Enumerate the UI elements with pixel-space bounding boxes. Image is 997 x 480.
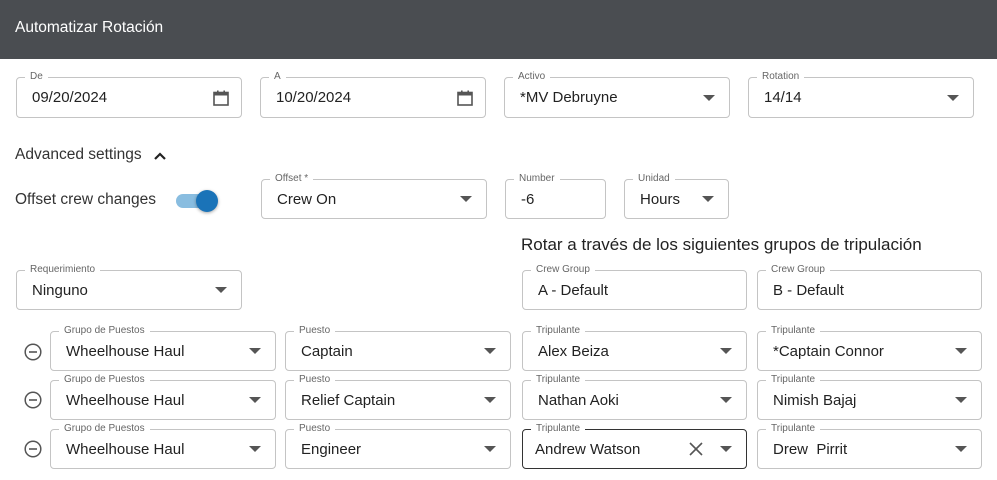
field-value: Wheelhouse Haul (66, 391, 185, 409)
field-value: -6 (521, 190, 535, 208)
start-date-field[interactable]: De 09/20/2024 (16, 70, 242, 118)
field-value: Wheelhouse Haul (66, 440, 185, 458)
crew-member-b-select[interactable]: Tripulante Drew Pirrit (757, 422, 982, 469)
chevron-down-icon[interactable] (249, 348, 261, 354)
chevron-down-icon[interactable] (720, 348, 732, 354)
requirement-select[interactable]: Requerimiento Ninguno (16, 263, 242, 310)
crew-group-a-field[interactable]: Crew Group A - Default (522, 263, 747, 310)
position-select[interactable]: Puesto Captain (285, 324, 511, 371)
chevron-down-icon[interactable] (955, 446, 967, 452)
field-value: Crew On (277, 190, 337, 208)
chevron-down-icon[interactable] (702, 196, 714, 202)
field-value: Ninguno (32, 281, 88, 299)
minus-circle-icon[interactable] (24, 343, 42, 361)
field-value: Relief Captain (301, 391, 396, 409)
position-group-select[interactable]: Grupo de Puestos Wheelhouse Haul (50, 422, 276, 469)
crew-member-b-select[interactable]: Tripulante *Captain Connor (757, 324, 982, 371)
offset-unit-select[interactable]: Unidad Hours (624, 172, 729, 219)
field-value: B - Default (773, 281, 844, 299)
chevron-down-icon[interactable] (703, 94, 715, 101)
crew-member-b-select[interactable]: Tripulante Nimish Bajaj (757, 373, 982, 420)
chevron-down-icon[interactable] (955, 348, 967, 354)
minus-circle-icon[interactable] (24, 391, 42, 409)
chevron-down-icon[interactable] (460, 196, 472, 202)
crew-groups-heading: Rotar a través de los siguientes grupos … (521, 235, 922, 254)
calendar-icon[interactable] (212, 89, 230, 107)
offset-select[interactable]: Offset * Crew On (261, 172, 487, 219)
chevron-down-icon[interactable] (484, 397, 496, 403)
chevron-down-icon[interactable] (484, 348, 496, 354)
offset-crew-changes-label: Offset crew changes (15, 191, 157, 208)
field-value: Engineer (301, 440, 362, 458)
crew-member-a-select[interactable]: Tripulante Andrew Watson (522, 422, 747, 469)
chevron-down-icon[interactable] (720, 446, 732, 452)
offset-number-input[interactable]: Number -6 (505, 172, 606, 219)
close-icon[interactable] (688, 441, 704, 457)
switch-knob (196, 190, 218, 212)
field-value: Alex Beiza (538, 342, 609, 360)
field-value: 14/14 (764, 89, 802, 106)
chevron-up-icon[interactable] (153, 149, 167, 163)
chevron-down-icon[interactable] (720, 397, 732, 403)
field-value: Captain (301, 342, 353, 360)
chevron-down-icon[interactable] (955, 397, 967, 403)
field-value: Nathan Aoki (538, 391, 619, 409)
end-date-field[interactable]: A 10/20/2024 (260, 70, 486, 118)
dialog-title: Automatizar Rotación (15, 19, 164, 36)
position-select[interactable]: Puesto Relief Captain (285, 373, 511, 420)
field-value: *MV Debruyne (520, 89, 618, 106)
field-value: Hours (640, 190, 681, 208)
chevron-down-icon[interactable] (947, 94, 959, 101)
rotation-select[interactable]: Rotation 14/14 (748, 70, 974, 118)
offset-crew-changes-switch[interactable] (176, 190, 220, 212)
chevron-down-icon[interactable] (249, 397, 261, 403)
chevron-down-icon[interactable] (215, 287, 227, 293)
chevron-down-icon[interactable] (249, 446, 261, 452)
position-group-select[interactable]: Grupo de Puestos Wheelhouse Haul (50, 373, 276, 420)
field-value: Andrew Watson (535, 440, 641, 458)
field-value: Nimish Bajaj (773, 391, 857, 409)
crew-group-b-field[interactable]: Crew Group B - Default (757, 263, 982, 310)
crew-member-a-select[interactable]: Tripulante Alex Beiza (522, 324, 747, 371)
minus-circle-icon[interactable] (24, 440, 42, 458)
field-value: 09/20/2024 (32, 89, 108, 106)
asset-select[interactable]: Activo *MV Debruyne (504, 70, 730, 118)
field-value: A - Default (538, 281, 609, 299)
field-value: Drew Pirrit (773, 440, 848, 458)
position-select[interactable]: Puesto Engineer (285, 422, 511, 469)
crew-member-a-select[interactable]: Tripulante Nathan Aoki (522, 373, 747, 420)
position-group-select[interactable]: Grupo de Puestos Wheelhouse Haul (50, 324, 276, 371)
dialog-header: Automatizar Rotación (0, 0, 997, 59)
field-value: *Captain Connor (773, 342, 884, 360)
advanced-settings-toggle[interactable]: Advanced settings (15, 146, 142, 164)
field-value: Wheelhouse Haul (66, 342, 185, 360)
chevron-down-icon[interactable] (484, 446, 496, 452)
field-value: 10/20/2024 (276, 89, 352, 106)
calendar-icon[interactable] (456, 89, 474, 107)
